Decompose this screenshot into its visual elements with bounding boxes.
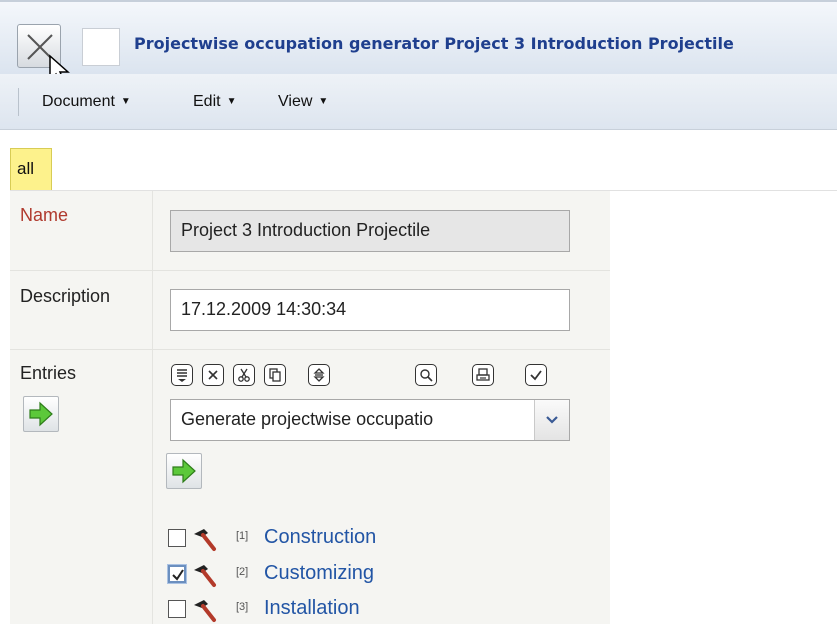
entries-label: Entries [20,363,77,383]
generate-entry-button[interactable] [166,453,202,489]
name-field[interactable]: Project 3 Introduction Projectile [170,210,570,252]
entry-number: [3] [236,601,249,613]
entry-link-installation[interactable]: Installation [264,597,360,620]
copy-icon[interactable] [264,364,286,386]
entry-type-select-value: Generate projectwise occupatio [181,409,434,429]
menu-separator [18,88,19,116]
sort-icon[interactable] [308,364,330,386]
menu-view[interactable]: View ▼ [278,93,328,111]
arrow-right-icon [29,401,53,427]
menu-document-label: Document [42,93,115,110]
cut-icon[interactable] [233,364,255,386]
row-divider [10,349,610,350]
hammer-icon [194,565,216,587]
entry-checkbox[interactable] [168,565,186,583]
entries-add-button[interactable] [23,396,59,432]
entry-type-select[interactable]: Generate projectwise occupatio [170,399,570,441]
print-icon[interactable] [472,364,494,386]
window-title: Projectwise occupation generator Project… [134,34,734,53]
entry-link-construction[interactable]: Construction [264,526,376,549]
chevron-down-icon [546,416,558,424]
tab-all[interactable]: all [10,148,52,190]
entry-checkbox[interactable] [168,600,186,618]
search-icon[interactable] [415,364,437,386]
select-dropdown-button[interactable] [534,400,569,440]
name-label: Name [20,205,69,225]
list-icon[interactable] [171,364,193,386]
entry-number: [2] [236,566,249,578]
hammer-icon [194,529,216,551]
menu-view-label: View [278,93,313,110]
menu-bar: Document ▼ Edit ▼ View ▼ [0,74,837,130]
row-divider [10,270,610,271]
description-field[interactable]: 17.12.2009 14:30:34 [170,289,570,331]
delete-icon[interactable] [202,364,224,386]
menu-edit-label: Edit [193,93,221,110]
chevron-down-icon: ▼ [226,96,237,107]
menu-edit[interactable]: Edit ▼ [193,93,236,111]
entry-link-customizing[interactable]: Customizing [264,562,374,585]
title-bar: Projectwise occupation generator Project… [0,0,837,87]
hammer-icon [194,600,216,622]
check-icon[interactable] [525,364,547,386]
menu-document[interactable]: Document ▼ [42,93,131,111]
checkmark-icon [172,569,184,581]
chevron-down-icon: ▼ [120,96,131,107]
entry-checkbox[interactable] [168,529,186,547]
document-type-icon [82,28,120,66]
entry-number: [1] [236,530,249,542]
description-label: Description [20,286,111,306]
chevron-down-icon: ▼ [318,96,329,107]
arrow-right-icon [172,458,196,484]
